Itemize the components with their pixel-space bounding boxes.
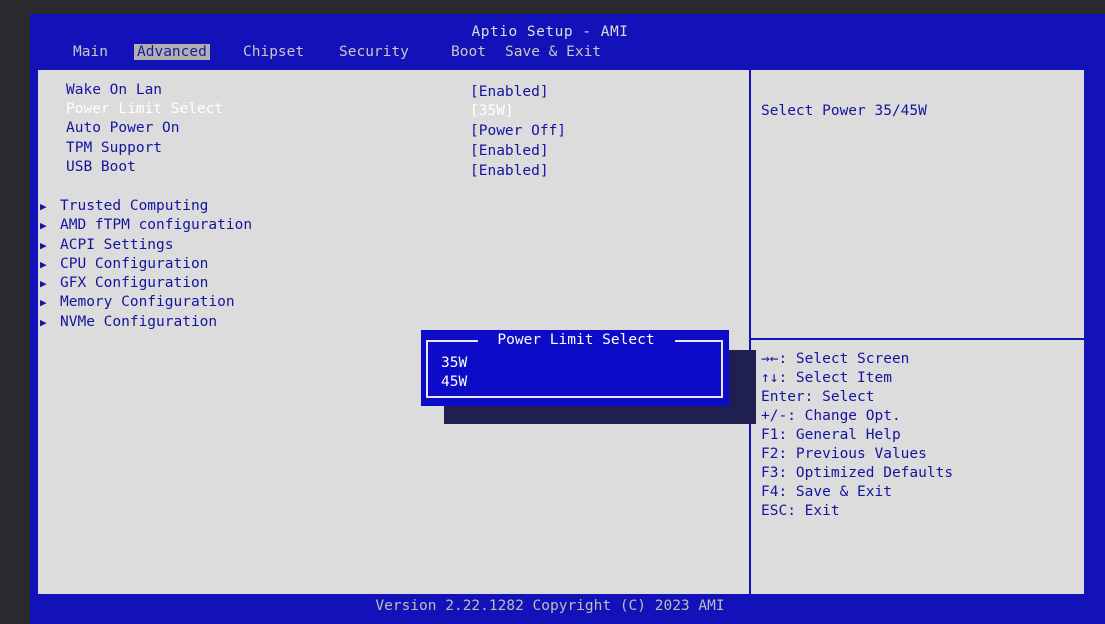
value-auto-power-on[interactable]: [Power Off] — [470, 123, 566, 139]
value-wake-on-lan[interactable]: [Enabled] — [470, 84, 549, 100]
submenu-label: CPU Configuration — [60, 256, 209, 272]
tab-security[interactable]: Security — [336, 44, 412, 60]
version-footer: Version 2.22.1282 Copyright (C) 2023 AMI — [375, 598, 725, 614]
value-tpm-support[interactable]: [Enabled] — [470, 143, 549, 159]
tab-save-exit[interactable]: Save & Exit — [502, 44, 604, 60]
submenu-gfx-configuration[interactable]: ▶ GFX Configuration — [40, 275, 208, 291]
popup-border — [426, 340, 723, 398]
submenu-cpu-configuration[interactable]: ▶ CPU Configuration — [40, 256, 208, 272]
submenu-label: Memory Configuration — [60, 294, 235, 310]
value-usb-boot[interactable]: [Enabled] — [470, 163, 549, 179]
key-esc: ESC: Exit — [761, 503, 840, 519]
submenu-nvme-configuration[interactable]: ▶ NVMe Configuration — [40, 314, 217, 330]
arrow-right-icon: ▶ — [40, 316, 47, 329]
value-power-limit-select[interactable]: [35W] — [470, 103, 514, 119]
tab-advanced[interactable]: Advanced — [134, 44, 210, 60]
submenu-memory-configuration[interactable]: ▶ Memory Configuration — [40, 294, 235, 310]
help-text: Select Power 35/45W — [761, 103, 927, 119]
popup-border-top-right — [675, 340, 723, 342]
key-f1: F1: General Help — [761, 427, 901, 443]
tab-boot[interactable]: Boot — [448, 44, 489, 60]
popup-option-45w[interactable]: 45W — [441, 374, 467, 390]
key-f3: F3: Optimized Defaults — [761, 465, 954, 481]
arrow-right-icon: ▶ — [40, 239, 47, 252]
tab-chipset[interactable]: Chipset — [240, 44, 307, 60]
setting-tpm-support[interactable]: TPM Support — [66, 140, 162, 156]
popup-title: Power Limit Select — [497, 332, 655, 348]
submenu-label: GFX Configuration — [60, 275, 209, 291]
setting-power-limit-select[interactable]: Power Limit Select — [66, 101, 223, 117]
main-panel: Wake On Lan [Enabled] Power Limit Select… — [36, 68, 1088, 596]
key-f2: F2: Previous Values — [761, 446, 927, 462]
tab-main[interactable]: Main — [70, 44, 111, 60]
arrow-right-icon: ▶ — [40, 219, 47, 232]
arrow-right-icon: ▶ — [40, 296, 47, 309]
submenu-label: ACPI Settings — [60, 237, 174, 253]
vertical-divider — [749, 70, 751, 594]
help-divider — [751, 338, 1088, 340]
submenu-label: Trusted Computing — [60, 198, 209, 214]
key-legend: →←: Select Screen ↑↓: Select Item Enter:… — [761, 350, 953, 521]
submenu-acpi-settings[interactable]: ▶ ACPI Settings — [40, 237, 174, 253]
key-select-item: ↑↓: Select Item — [761, 370, 892, 386]
popup-border-top-left — [426, 340, 478, 342]
submenu-label: NVMe Configuration — [60, 314, 218, 330]
key-enter: Enter: Select — [761, 389, 875, 405]
key-select-screen: →←: Select Screen — [761, 351, 910, 367]
submenu-amd-ftpm[interactable]: ▶ AMD fTPM configuration — [40, 217, 252, 233]
arrow-right-icon: ▶ — [40, 200, 47, 213]
setting-usb-boot[interactable]: USB Boot — [66, 159, 136, 175]
submenu-label: AMD fTPM configuration — [60, 217, 253, 233]
setting-wake-on-lan[interactable]: Wake On Lan — [66, 82, 162, 98]
app-title: Aptio Setup - AMI — [471, 24, 629, 40]
arrow-right-icon: ▶ — [40, 258, 47, 271]
bios-screen: Aptio Setup - AMI Main Advanced Chipset … — [30, 14, 1105, 624]
popup-option-35w[interactable]: 35W — [441, 355, 467, 371]
setting-auto-power-on[interactable]: Auto Power On — [66, 120, 180, 136]
arrow-right-icon: ▶ — [40, 277, 47, 290]
submenu-trusted-computing[interactable]: ▶ Trusted Computing — [40, 198, 208, 214]
power-limit-popup: Power Limit Select 35W 45W — [421, 330, 729, 406]
key-f4: F4: Save & Exit — [761, 484, 892, 500]
key-change-opt: +/-: Change Opt. — [761, 408, 901, 424]
